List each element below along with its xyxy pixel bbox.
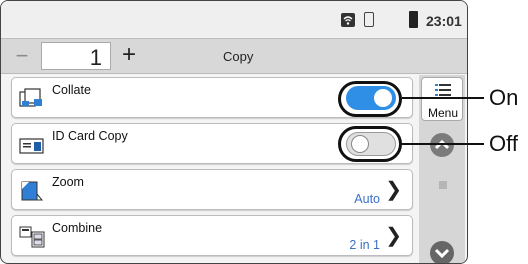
menu-button[interactable]: Menu [421,77,463,121]
row-label: Zoom [52,175,84,189]
battery-icon [409,11,418,28]
off-leader-line [402,143,484,145]
menu-label: Menu [427,106,459,120]
on-leader-line [402,97,484,99]
list-item-combine[interactable]: Combine 2 in 1 ❯ [11,215,413,256]
zoom-value: Auto [354,192,380,206]
row-label: Collate [52,83,91,97]
on-highlight-ring [338,81,402,117]
zoom-icon [21,181,44,201]
on-callout-label: On [489,85,519,110]
menu-icon [435,84,451,96]
chevron-right-icon: ❯ [385,225,402,247]
chevron-right-icon: ❯ [385,179,402,201]
status-bar: 23:01 [1,1,467,37]
wifi-icon [341,13,355,27]
copy-toolbar: − 1 + Copy [1,38,467,74]
copies-field[interactable]: 1 [41,42,111,70]
scroll-down-button[interactable] [430,241,454,263]
chevron-up-icon [434,139,450,150]
off-callout-label: Off [489,131,518,156]
scroll-position-indicator [439,181,447,189]
combine-icon [19,226,45,248]
row-label: ID Card Copy [52,129,128,143]
id-card-icon [19,138,44,154]
list-item-zoom[interactable]: Zoom Auto ❯ [11,169,413,210]
increase-copies-button[interactable]: + [117,43,141,67]
side-panel: Menu [419,75,465,263]
off-highlight-ring [338,126,402,162]
combine-value: 2 in 1 [349,238,380,252]
collate-icon [19,88,42,107]
decrease-copies-button[interactable]: − [11,45,33,67]
scroll-up-button[interactable] [430,133,454,157]
storage-icon [364,12,374,27]
copies-value: 1 [89,45,102,70]
row-label: Combine [52,221,103,235]
chevron-down-icon [434,248,450,259]
page-title: Copy [223,49,254,64]
status-time: 23:01 [426,13,462,29]
